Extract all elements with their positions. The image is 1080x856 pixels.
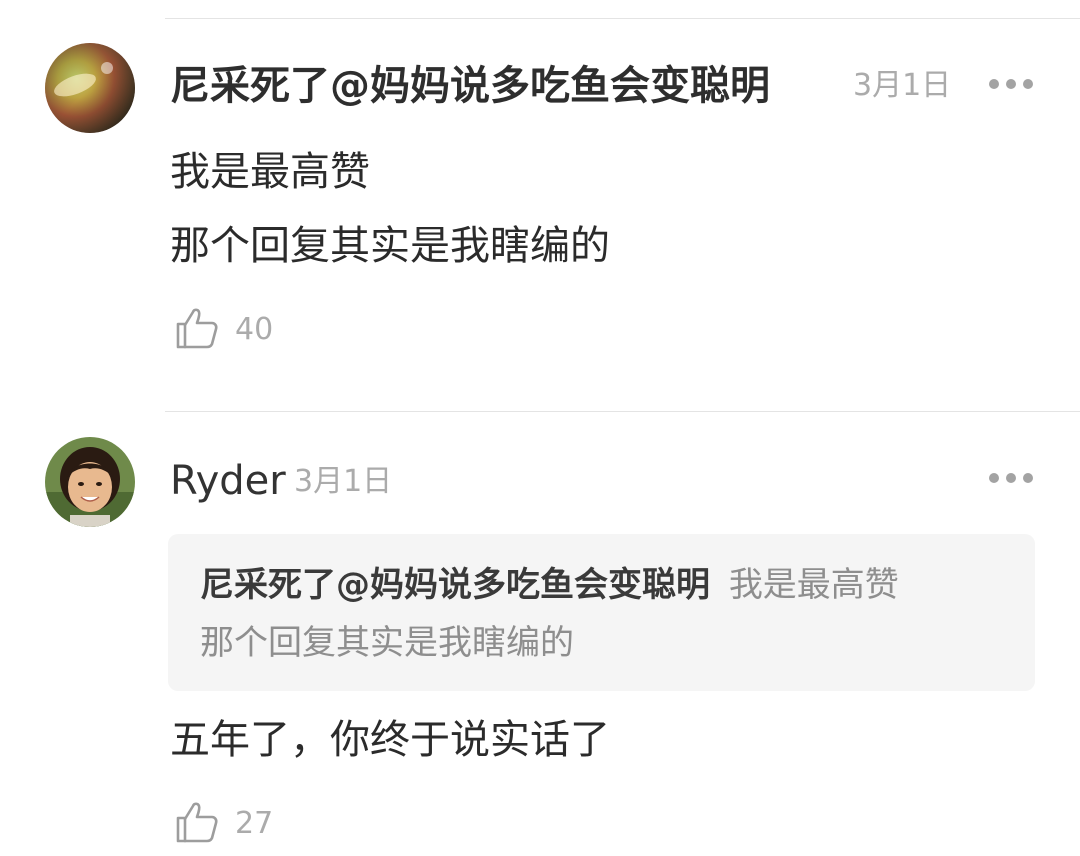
comment-text-line: 我是最高赞 [170, 149, 370, 195]
like-count: 40 [235, 312, 274, 347]
more-options-icon[interactable] [986, 470, 1036, 484]
thumbs-up-icon [176, 308, 218, 349]
more-options-icon[interactable] [986, 76, 1036, 90]
thumbs-up-icon [176, 802, 218, 843]
quote-second-line: 那个回复其实是我瞎编的 [200, 623, 574, 663]
quoted-reply[interactable]: 尼采死了@妈妈说多吃鱼会变聪明 我是最高赞 那个回复其实是我瞎编的 [168, 534, 1035, 691]
comment-date: 3月1日 [853, 68, 952, 103]
comment-text-line: 五年了，你终于说实话了 [170, 717, 610, 763]
like-button[interactable]: 27 [175, 800, 285, 846]
comment-divider-top [165, 18, 1080, 19]
avatar[interactable] [45, 43, 135, 133]
avatar[interactable] [45, 437, 135, 527]
quote-text: 我是最高赞 [728, 565, 899, 605]
comment-text-line: 那个回复其实是我瞎编的 [170, 223, 610, 269]
username[interactable]: 尼采死了@妈妈说多吃鱼会变聪明 [170, 62, 770, 110]
like-count: 27 [235, 806, 274, 841]
like-button[interactable]: 40 [175, 306, 285, 352]
quote-first-line: 尼采死了@妈妈说多吃鱼会变聪明 我是最高赞 [200, 564, 899, 606]
username[interactable]: Ryder [170, 457, 286, 505]
quote-author[interactable]: 尼采死了@妈妈说多吃鱼会变聪明 [200, 565, 710, 605]
comment-date: 3月1日 [294, 464, 393, 499]
comment-divider [165, 411, 1080, 412]
